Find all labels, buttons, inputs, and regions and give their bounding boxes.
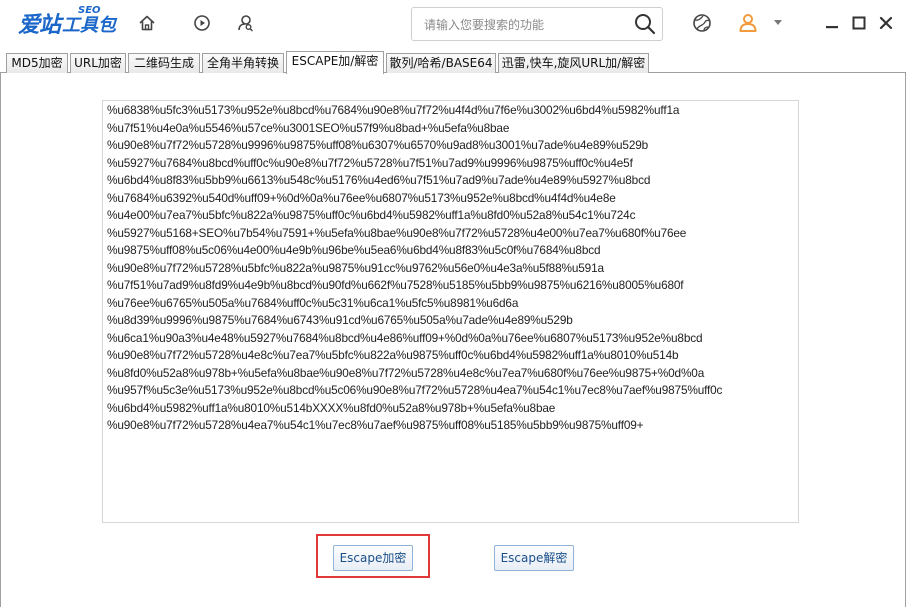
app-logo: 爱站 SEO 工具包 [18, 5, 117, 39]
dropdown-arrow-icon[interactable] [771, 12, 785, 34]
escape-text-area-box [102, 100, 799, 523]
tab-url[interactable]: URL加密 [70, 53, 126, 73]
maximize-icon[interactable] [849, 12, 869, 34]
escape-encrypt-button[interactable]: Escape加密 [333, 545, 413, 571]
search-icon[interactable] [632, 12, 658, 36]
search-input[interactable] [422, 14, 626, 36]
user-search-icon[interactable] [234, 12, 256, 34]
home-icon[interactable] [136, 12, 158, 34]
tab-fullwidth-halfwidth[interactable]: 全角半角转换 [202, 53, 284, 73]
escape-panel: Escape加密 Escape解密 [0, 73, 906, 607]
user-avatar-icon[interactable] [737, 12, 759, 34]
logo-seo-text: SEO [78, 5, 101, 16]
play-icon[interactable] [191, 12, 213, 34]
title-bar: 爱站 SEO 工具包 [0, 0, 906, 48]
escape-text-area[interactable] [107, 102, 793, 520]
tab-hash-base64[interactable]: 散列/哈希/BASE64 [386, 53, 496, 73]
tab-escape[interactable]: ESCAPE加/解密 [286, 51, 384, 74]
logo-sub-text: 工具包 [62, 15, 117, 36]
close-icon[interactable] [876, 12, 896, 34]
tab-md5[interactable]: MD5加密 [6, 53, 68, 73]
search-box[interactable] [411, 7, 663, 41]
minimize-icon[interactable] [822, 12, 842, 34]
tab-qrcode[interactable]: 二维码生成 [128, 53, 200, 73]
escape-decrypt-button[interactable]: Escape解密 [494, 545, 574, 571]
tab-thunder-url[interactable]: 迅雷,快车,旋风URL加/解密 [498, 53, 649, 73]
logo-main-text: 爱站 [18, 13, 61, 38]
tab-bar: MD5加密 URL加密 二维码生成 全角半角转换 ESCAPE加/解密 散列/哈… [0, 51, 906, 74]
globe-icon[interactable] [691, 12, 713, 34]
